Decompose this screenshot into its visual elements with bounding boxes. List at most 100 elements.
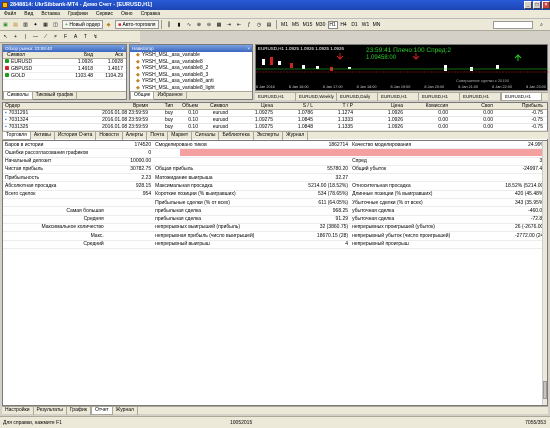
terminal-tab[interactable]: Торговля bbox=[2, 131, 31, 140]
vertical-scrollbar[interactable] bbox=[542, 141, 547, 405]
crosshair-icon[interactable]: + bbox=[11, 33, 20, 41]
tester-tab[interactable]: Журнал bbox=[113, 406, 138, 415]
menu-window[interactable]: Окно bbox=[117, 10, 137, 19]
periods-icon[interactable]: ◷ bbox=[255, 21, 264, 29]
horizontal-line-icon[interactable]: — bbox=[31, 33, 40, 41]
new-chart-icon[interactable]: ▣ bbox=[1, 21, 10, 29]
tab-common[interactable]: Общие bbox=[130, 91, 155, 100]
bar-chart-icon[interactable]: ┃ bbox=[165, 21, 174, 29]
terminal-tab[interactable]: Почта bbox=[147, 131, 169, 140]
chart-tab[interactable]: EURUSD,Weekly bbox=[296, 92, 337, 101]
orders-column-header[interactable]: S / L bbox=[273, 103, 313, 110]
terminal-tab[interactable]: Сигналы bbox=[192, 131, 220, 140]
order-row[interactable]: ▪ 7031325 2016.01.08 23:59:59 buy 0.10 eurusd… bbox=[3, 124, 547, 131]
label-icon[interactable]: T bbox=[81, 33, 90, 41]
tab-favorites[interactable]: Избранное bbox=[154, 91, 187, 100]
chart-tab[interactable]: EURUSD,Daily bbox=[337, 92, 378, 101]
line-chart-icon[interactable]: ∿ bbox=[185, 21, 194, 29]
tester-tab[interactable]: График bbox=[67, 406, 91, 415]
cursor-icon[interactable]: ↖ bbox=[1, 33, 10, 41]
chart-window[interactable]: EURUSD,H1 1.0925 1.0926 1.0925 1.0926 23… bbox=[255, 44, 549, 91]
market-watch-icon[interactable]: ▥ bbox=[21, 21, 30, 29]
trendline-icon[interactable]: ⟋ bbox=[41, 33, 50, 41]
tf-m30[interactable]: M30 bbox=[315, 21, 327, 29]
order-cell: 0.00 bbox=[483, 109, 493, 116]
maximize-button[interactable]: □ bbox=[533, 1, 541, 9]
minimize-button[interactable]: _ bbox=[524, 1, 532, 9]
tf-m5[interactable]: M5 bbox=[291, 21, 301, 29]
orders-column-header[interactable]: Время bbox=[73, 103, 148, 110]
terminal-tab[interactable]: Алерты bbox=[123, 131, 148, 140]
tester-tab[interactable]: Отчет bbox=[90, 406, 113, 415]
terminal-tab[interactable]: Новости bbox=[96, 131, 123, 140]
orders-column-header[interactable]: Своп bbox=[448, 103, 493, 110]
terminal-icon[interactable]: ▦ bbox=[41, 21, 50, 29]
chart-tab[interactable]: EURUSD,H1 bbox=[255, 92, 296, 101]
terminal-tab[interactable]: Маркет bbox=[168, 131, 193, 140]
orders-column-header[interactable]: Цена bbox=[228, 103, 273, 110]
zoom-in-icon[interactable]: ⊕ bbox=[195, 21, 204, 29]
search-input[interactable] bbox=[493, 20, 533, 29]
terminal-tab[interactable]: История Счета bbox=[55, 131, 97, 140]
report-value: 18670.15 (28) bbox=[316, 232, 349, 239]
menu-view[interactable]: Вид bbox=[20, 10, 37, 19]
orders-column-header[interactable]: T / P bbox=[313, 103, 353, 110]
channel-icon[interactable]: ≠ bbox=[51, 33, 60, 41]
text-icon[interactable]: A bbox=[71, 33, 80, 41]
menu-file[interactable]: Файл bbox=[0, 10, 20, 19]
terminal-tab[interactable]: Активы bbox=[31, 131, 55, 140]
scrollbar-thumb[interactable] bbox=[543, 381, 547, 399]
tf-h4[interactable]: H4 bbox=[339, 21, 349, 29]
tab-tick-chart[interactable]: Тиковый график bbox=[33, 91, 78, 100]
tf-mn[interactable]: MN bbox=[372, 21, 382, 29]
terminal-tab[interactable]: Эксперты bbox=[254, 131, 284, 140]
metaeditor-icon[interactable]: ◆ bbox=[104, 21, 113, 29]
orders-column-header[interactable]: Символ bbox=[198, 103, 228, 110]
candles-icon[interactable]: ▮ bbox=[175, 21, 184, 29]
tf-m1[interactable]: M1 bbox=[280, 21, 290, 29]
vertical-line-icon[interactable]: | bbox=[21, 33, 30, 41]
terminal-tab[interactable]: Журнал bbox=[283, 131, 309, 140]
chart-tab[interactable]: EURUSD,H1 bbox=[419, 92, 460, 101]
market-watch-row[interactable]: GOLD 1103.48 1104.29 bbox=[3, 72, 126, 80]
orders-column-header[interactable]: Ордер bbox=[3, 103, 73, 110]
tab-symbols[interactable]: Символы bbox=[3, 91, 33, 100]
close-icon[interactable]: × bbox=[247, 45, 252, 52]
indicators-icon[interactable]: ƒ bbox=[245, 21, 254, 29]
autoscroll-icon[interactable]: ⇤ bbox=[235, 21, 244, 29]
fibo-icon[interactable]: F bbox=[61, 33, 70, 41]
arrows-icon[interactable]: ↯ bbox=[91, 33, 100, 41]
templates-icon[interactable]: ▤ bbox=[265, 21, 274, 29]
tile-windows-icon[interactable]: ▦ bbox=[215, 21, 224, 29]
auto-trading-button[interactable]: ■ Авто-торговля bbox=[115, 20, 159, 29]
terminal-tab[interactable]: Библиотека bbox=[219, 131, 254, 140]
zoom-out-icon[interactable]: ⊖ bbox=[205, 21, 214, 29]
orders-column-header[interactable]: Тип bbox=[148, 103, 173, 110]
tf-h1[interactable]: H1 bbox=[327, 20, 338, 29]
menu-tools[interactable]: Сервис bbox=[92, 10, 117, 19]
chart-shift-icon[interactable]: ⇥ bbox=[225, 21, 234, 29]
tf-d1[interactable]: D1 bbox=[350, 21, 360, 29]
chart-tab[interactable]: EURUSD,H1 bbox=[460, 92, 501, 101]
chart-tab[interactable]: EURUSD,H1 bbox=[378, 92, 419, 101]
tester-tab[interactable]: Настройки bbox=[2, 406, 34, 415]
menu-help[interactable]: Справка bbox=[137, 10, 165, 19]
orders-column-header[interactable]: Прибыль bbox=[493, 103, 543, 110]
navigator-icon[interactable]: ✦ bbox=[31, 21, 40, 29]
orders-column-header[interactable]: Объем bbox=[173, 103, 198, 110]
close-button[interactable]: × bbox=[542, 1, 550, 9]
tf-m15[interactable]: M15 bbox=[302, 21, 314, 29]
symbol-name: GBPUSD bbox=[11, 65, 33, 72]
orders-column-header[interactable]: Цена bbox=[353, 103, 403, 110]
tester-icon[interactable]: ◫ bbox=[51, 21, 60, 29]
orders-column-header[interactable]: Комиссия bbox=[403, 103, 448, 110]
search-icon[interactable]: ⌕ bbox=[537, 21, 546, 29]
tf-w1[interactable]: W1 bbox=[361, 21, 371, 29]
profiles-icon[interactable]: ▤ bbox=[11, 21, 20, 29]
new-order-button[interactable]: + Новый ордер bbox=[62, 20, 104, 29]
tester-tab[interactable]: Результаты bbox=[34, 406, 67, 415]
report-value: 928.15 bbox=[135, 182, 152, 189]
menu-charts[interactable]: Графики bbox=[64, 10, 92, 19]
chart-tab[interactable]: EURUSD,H1 bbox=[501, 92, 542, 101]
menu-insert[interactable]: Вставка bbox=[37, 10, 64, 19]
